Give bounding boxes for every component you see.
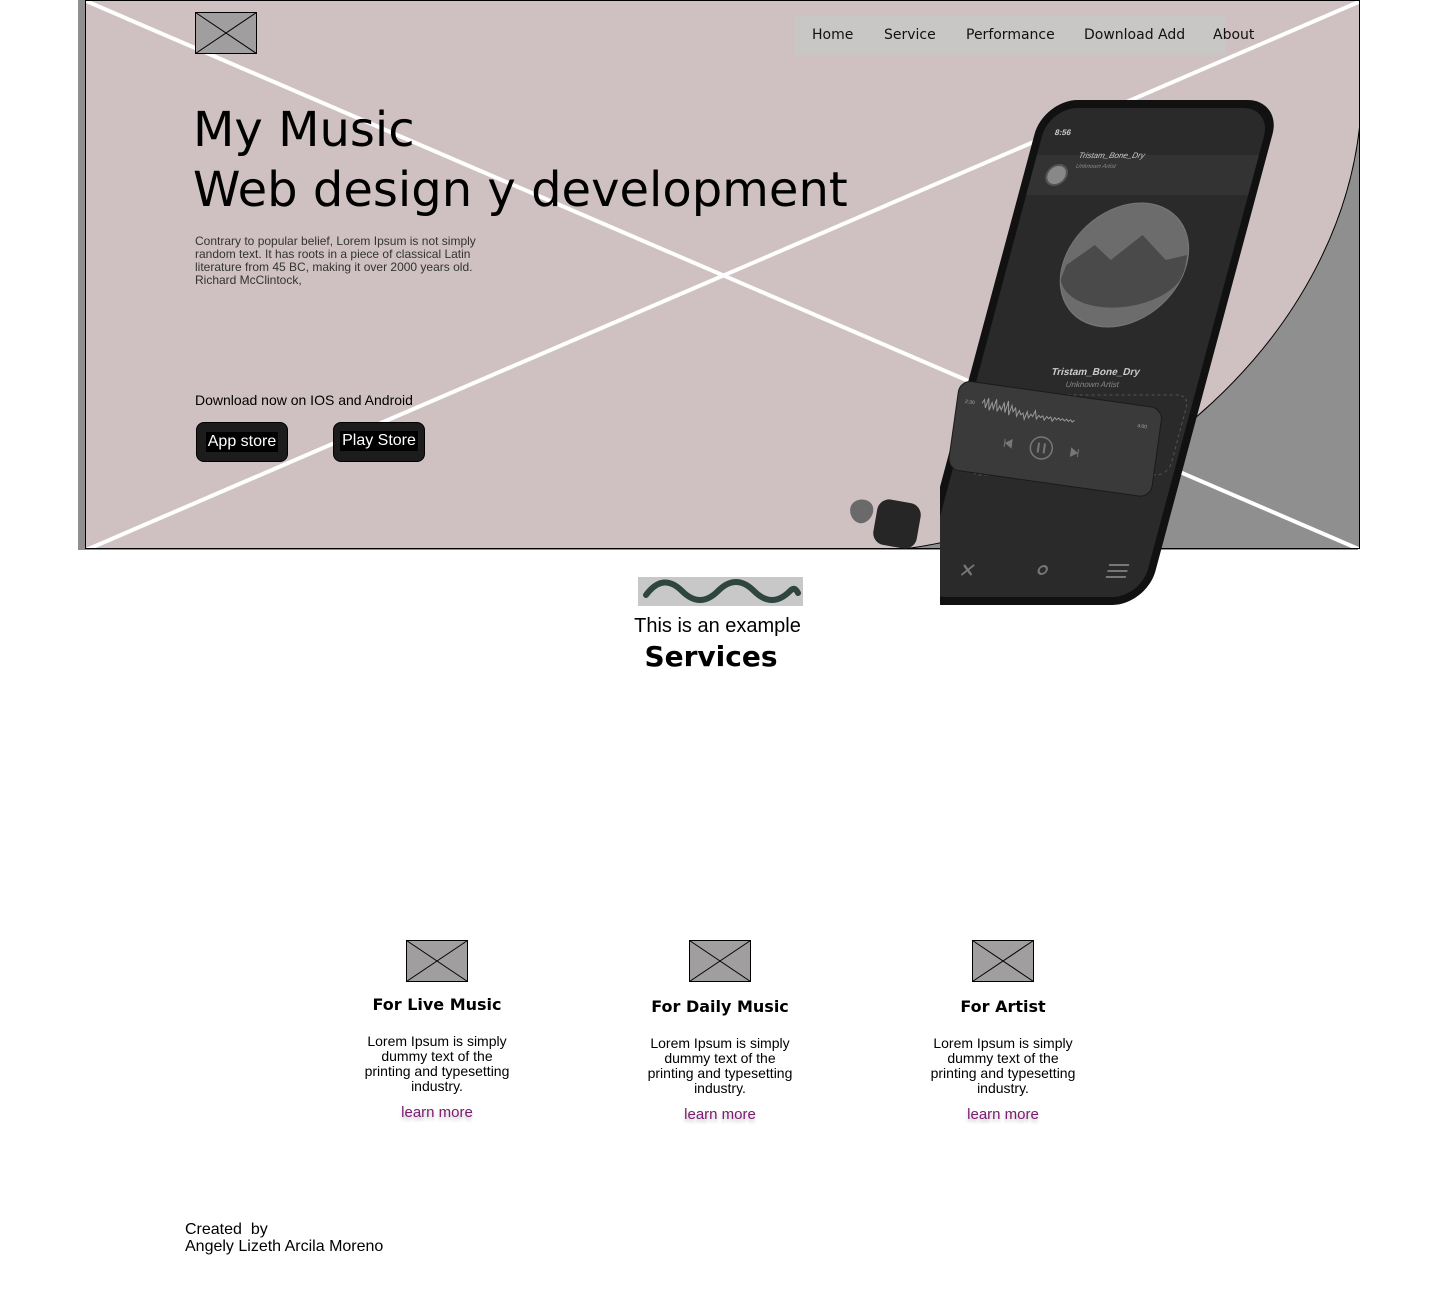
service-card-daily-music: For Daily Music Lorem Ipsum is simply du… xyxy=(630,940,810,1124)
service-card-artist: For Artist Lorem Ipsum is simply dummy t… xyxy=(913,940,1093,1124)
nav-home[interactable]: Home xyxy=(812,27,853,43)
card-text: Lorem Ipsum is simply dummy text of the … xyxy=(364,1033,510,1094)
nav-download-add[interactable]: Download Add xyxy=(1084,27,1185,43)
phone-track-artist: Unknown Artist xyxy=(1065,380,1121,389)
image-placeholder-icon xyxy=(972,940,1034,982)
image-placeholder-icon xyxy=(689,940,751,982)
phone-header-title: Tristam_Bone_Dry xyxy=(1078,151,1147,160)
phone-time: 8:56 xyxy=(1054,128,1073,137)
nav-performance[interactable]: Performance xyxy=(966,27,1055,43)
main-nav: Home Service Performance Download Add Ab… xyxy=(795,16,1254,55)
phone-header-artist: Unknown Artist xyxy=(1075,163,1117,170)
services-title: Services xyxy=(644,640,778,673)
footer-credits: Created by Angely Lizeth Arcila Moreno xyxy=(185,1221,383,1255)
card-text: Lorem Ipsum is simply dummy text of the … xyxy=(647,1035,793,1096)
image-placeholder-icon xyxy=(406,940,468,982)
card-text: Lorem Ipsum is simply dummy text of the … xyxy=(930,1035,1076,1096)
play-store-button[interactable]: Play Store xyxy=(333,422,425,462)
earbuds-image xyxy=(850,499,921,549)
nav-about[interactable]: About xyxy=(1213,27,1254,43)
play-store-label: Play Store xyxy=(340,431,418,451)
hero-description: Contrary to popular belief, Lorem Ipsum … xyxy=(195,234,476,287)
hero-title-line1: My Music xyxy=(193,102,415,158)
hero-title: My Music Web design y development xyxy=(193,100,848,220)
services-kicker: This is an example xyxy=(634,615,801,637)
learn-more-link[interactable]: learn more xyxy=(967,1106,1039,1123)
learn-more-link[interactable]: learn more xyxy=(401,1104,473,1121)
card-title: For Artist xyxy=(960,997,1046,1016)
learn-more-link[interactable]: learn more xyxy=(684,1106,756,1123)
hero-title-line2: Web design y development xyxy=(193,162,848,218)
download-text: Download now on IOS and Android xyxy=(195,392,413,408)
footer-created-by: Created by xyxy=(185,1221,268,1238)
card-title: For Live Music xyxy=(372,995,502,1014)
phone-track-title: Tristam_Bone_Dry xyxy=(1050,367,1141,378)
wave-divider-icon xyxy=(638,577,803,606)
card-title: For Daily Music xyxy=(651,997,789,1016)
nav-service[interactable]: Service xyxy=(884,27,936,43)
service-card-live-music: For Live Music Lorem Ipsum is simply dum… xyxy=(347,940,527,1122)
logo-placeholder-icon[interactable] xyxy=(195,12,257,54)
phone-mockup: Tristam_Bone_Dry Unknown Artist 8:56 Tri… xyxy=(940,100,1274,605)
footer-author: Angely Lizeth Arcila Moreno xyxy=(185,1238,384,1255)
app-store-label: App store xyxy=(205,432,279,452)
app-store-button[interactable]: App store xyxy=(196,422,288,462)
